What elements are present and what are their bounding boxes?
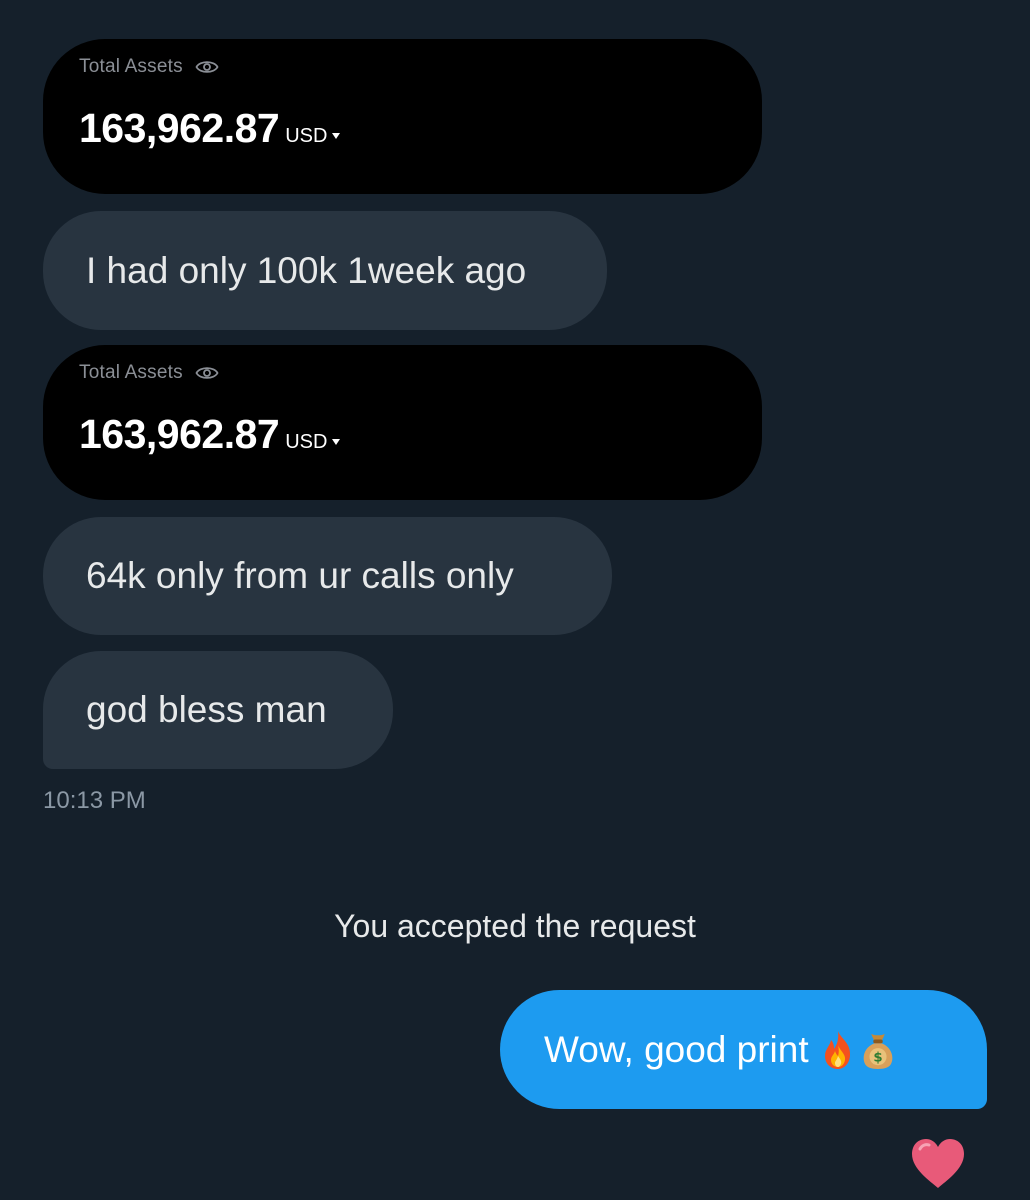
incoming-message-2[interactable]: 64k only from ur calls only — [43, 517, 612, 635]
emoji-group: $ — [819, 1029, 897, 1071]
outgoing-message[interactable]: Wow, good print $ — [500, 990, 987, 1109]
message-timestamp: 10:13 PM — [43, 787, 146, 814]
red-heart-icon[interactable] — [908, 1135, 968, 1191]
message-text: 64k only from ur calls only — [86, 555, 514, 596]
eye-icon — [195, 61, 219, 73]
total-assets-label: Total Assets — [79, 362, 183, 383]
eye-icon — [195, 367, 219, 379]
total-assets-card-1[interactable]: Total Assets 163,962.87 USD — [43, 39, 762, 194]
currency-selector: USD — [285, 431, 341, 454]
dm-thread: Total Assets 163,962.87 USD I had only 1… — [0, 0, 1030, 1200]
total-assets-amount-row: 163,962.87 USD — [79, 411, 341, 458]
total-assets-card-2[interactable]: Total Assets 163,962.87 USD — [43, 345, 762, 500]
incoming-message-3[interactable]: god bless man — [43, 651, 393, 769]
total-assets-label-row: Total Assets — [79, 362, 219, 384]
incoming-message-1[interactable]: I had only 100k 1week ago — [43, 211, 607, 330]
request-accepted-note: You accepted the request — [334, 908, 696, 944]
total-assets-amount: 163,962.87 — [79, 411, 280, 457]
message-text: god bless man — [86, 689, 327, 730]
total-assets-amount: 163,962.87 — [79, 105, 280, 151]
total-assets-amount-row: 163,962.87 USD — [79, 105, 341, 152]
message-text: I had only 100k 1week ago — [86, 249, 527, 291]
caret-down-icon — [332, 133, 341, 139]
currency-selector: USD — [285, 125, 341, 148]
svg-text:$: $ — [873, 1050, 882, 1065]
caret-down-icon — [332, 439, 341, 445]
total-assets-label-row: Total Assets — [79, 56, 219, 78]
fire-icon — [824, 1030, 850, 1069]
message-text: Wow, good print — [544, 1028, 809, 1070]
money-bag-icon: $ — [863, 1033, 892, 1069]
currency-label: USD — [285, 431, 328, 453]
currency-label: USD — [285, 125, 328, 147]
total-assets-label: Total Assets — [79, 56, 183, 77]
